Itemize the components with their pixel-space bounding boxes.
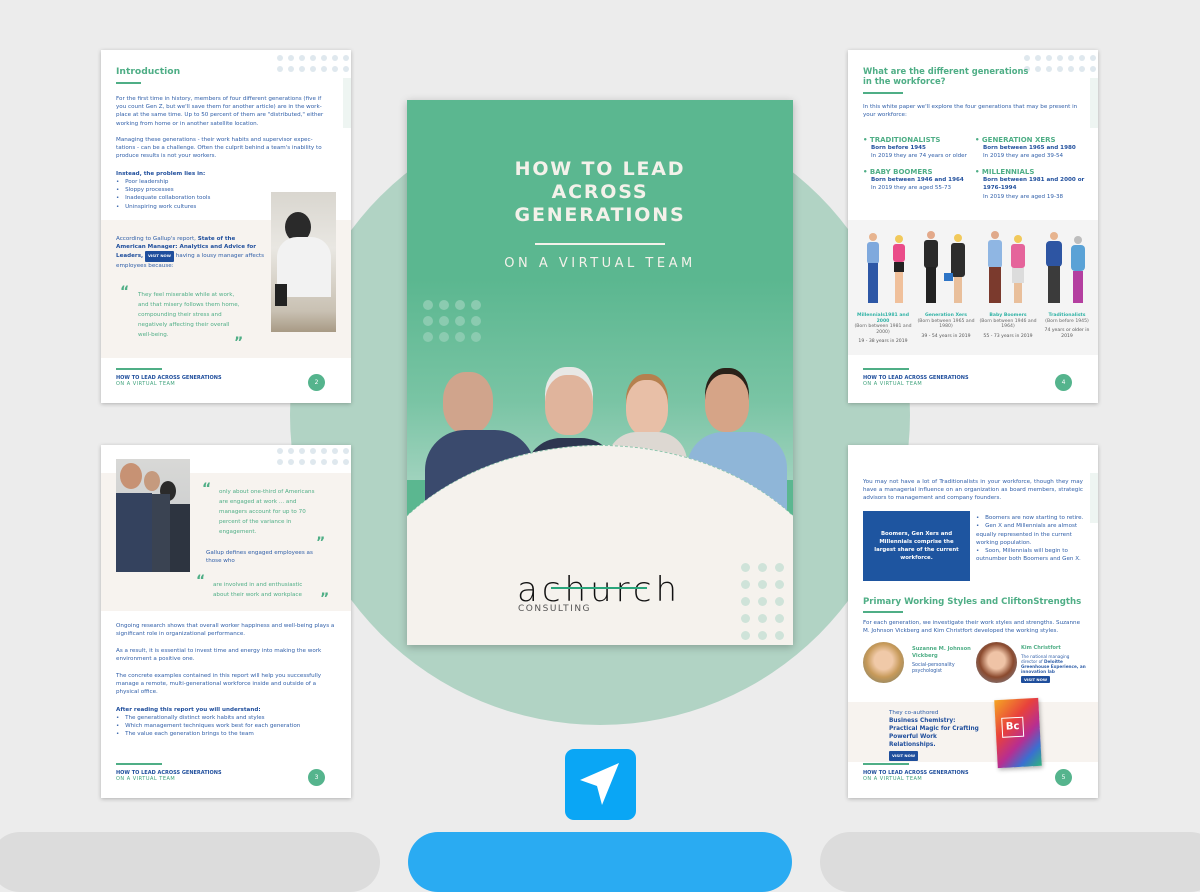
paragraph: Gallup defines engaged employees as thos… [206,550,313,565]
paragraph: Ongoing research shows that overall work… [116,623,335,638]
list-item: Inadequate collaboration tools [116,194,210,202]
logo-line [551,587,647,589]
person-info: Suzanne M. Johnson Vickberg Social-person… [912,646,971,674]
side-bar [1090,78,1098,128]
list-item: Which management techniques work best fo… [116,722,300,730]
title-rule [535,243,665,245]
close-quote-icon: ” [316,535,326,551]
dots-decoration [277,55,349,72]
book-promo: They co-authored Business Chemistry: Prac… [889,709,984,761]
paragraph: As a result, it is essential to invest t… [116,648,322,663]
paragraph: You may not have a lot of Traditionalist… [863,479,1083,502]
list-item: Poor leadership [116,178,210,186]
list-item: The generationally distinct work habits … [116,714,300,722]
dots-decoration [741,563,784,640]
list-item: Gen X and Millennials are almost equally… [976,522,1086,547]
cover-subtitle: ON A VIRTUAL TEAM [504,256,696,271]
page-3-thumbnail[interactable]: “ only about one-third of Americans are … [101,445,351,798]
quote: They feel miserable while at work, and t… [138,292,240,338]
footer-title: HOW TO LEAD ACROSS GENERATIONS ON A VIRTU… [116,763,222,782]
page-number: 5 [1055,769,1072,786]
cover-bottom-panel [407,445,793,645]
kim-avatar [976,642,1017,683]
genx-woman-figure [944,234,965,303]
millennial-man-figure [867,233,879,303]
page-2-thumbnail[interactable]: Introduction For the first time in histo… [101,50,351,403]
logo-subtitle: CONSULTING [518,604,592,614]
close-quote-icon: ” [320,591,330,607]
share-button[interactable] [565,749,636,820]
footer-title: HOW TO LEAD ACROSS GENERATIONS ON A VIRTU… [116,368,222,387]
open-quote-icon: “ [202,481,212,497]
page-number: 3 [308,769,325,786]
footer-title: HOW TO LEAD ACROSS GENERATIONS ON A VIRTU… [863,368,969,387]
side-bar [343,78,351,128]
bottom-primary-button[interactable] [408,832,792,892]
bottom-right-bar[interactable] [820,832,1200,892]
open-quote-icon: “ [120,284,130,300]
book-cover: Bc [994,697,1042,769]
list-item: Sloppy processes [116,186,210,194]
quote: are involved in and enthusiastic about t… [213,582,303,598]
gallup-paragraph: According to Gallup's report, State of t… [116,236,264,269]
list-item: Boomers are now starting to retire. [976,514,1086,522]
dots-decoration [423,300,481,342]
page-4-thumbnail[interactable]: What are the different generations in th… [848,50,1098,403]
paragraph: For each generation, we investigate thei… [863,620,1081,635]
list-title: After reading this report you will under… [116,707,261,713]
list-item: Soon, Millennials will begin to outnumbe… [976,547,1086,564]
title-underline [116,82,141,84]
page-5-thumbnail[interactable]: You may not have a lot of Traditionalist… [848,445,1098,798]
boomer-man-figure [988,231,1002,303]
dots-decoration [1024,55,1096,72]
heading-underline [863,611,903,613]
genx-man-figure [924,231,938,303]
business-team-photo [116,459,190,572]
boomer-woman-figure [1011,235,1025,303]
stressed-man-photo [271,192,336,332]
paragraph: Managing these generations - their work … [116,137,322,160]
navigation-arrow-icon [580,763,619,805]
visit-now-button[interactable]: VISIT NOW [889,751,919,761]
quote: only about one-third of Americans are en… [219,489,315,535]
paragraph: The concrete examples contained in this … [116,673,322,696]
traditionalist-man-figure [1046,232,1062,303]
open-quote-icon: “ [196,573,206,589]
generations-illustration [867,231,1085,303]
traditionalist-woman-figure [1071,236,1085,303]
side-bar [1090,473,1098,523]
title-underline [863,92,903,94]
paragraph: For the first time in history, members o… [116,96,324,127]
person-info: Kim Christfort The national managing dire… [1021,645,1086,683]
visit-now-button[interactable]: VISIT NOW [144,251,174,262]
paragraph: In this white paper we'll explore the fo… [863,104,1078,119]
cover-title: HOW TO LEAD ACROSS GENERATIONS [514,158,686,226]
cover-page[interactable]: HOW TO LEAD ACROSS GENERATIONS ON A VIRTUA… [407,100,793,645]
dots-decoration [277,448,349,465]
highlight-box: Boomers, Gen Xers and Millennials compri… [863,511,970,581]
suzanne-avatar [863,642,904,683]
list-item: The value each generation brings to the … [116,730,300,738]
page-title: Introduction [116,66,181,77]
list-item: Uninspiring work cultures [116,203,210,211]
footer-title: HOW TO LEAD ACROSS GENERATIONS ON A VIRTU… [863,763,969,782]
millennial-woman-figure [893,235,905,303]
page-title: What are the different generations in th… [863,66,1029,86]
section-heading: Primary Working Styles and CliftonStreng… [863,597,1082,607]
page-number: 2 [308,374,325,391]
visit-now-button[interactable]: VISIT NOW [1021,676,1051,683]
page-number: 4 [1055,374,1072,391]
list-title: Instead, the problem lies in: [116,171,206,177]
bottom-left-bar[interactable] [0,832,380,892]
close-quote-icon: ” [234,335,244,351]
